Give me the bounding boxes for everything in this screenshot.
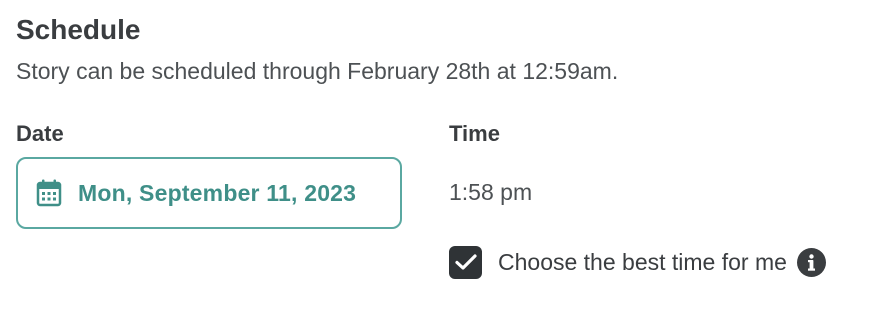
- schedule-title: Schedule: [16, 14, 141, 45]
- best-time-option[interactable]: Choose the best time for me: [449, 245, 826, 279]
- schedule-subtitle: Story can be scheduled through February …: [16, 58, 619, 84]
- time-label: Time: [449, 121, 500, 146]
- info-icon[interactable]: [796, 247, 826, 277]
- time-value[interactable]: 1:58 pm: [449, 178, 532, 206]
- best-time-label: Choose the best time for me: [498, 249, 787, 275]
- calendar-icon: [36, 179, 62, 207]
- date-picker-button[interactable]: Mon, September 11, 2023: [16, 157, 402, 229]
- date-value: Mon, September 11, 2023: [78, 179, 357, 206]
- schedule-panel: Schedule Story can be scheduled through …: [0, 0, 894, 310]
- best-time-checkbox[interactable]: [449, 245, 482, 279]
- checkmark-icon: [454, 254, 477, 270]
- date-label: Date: [16, 121, 64, 146]
